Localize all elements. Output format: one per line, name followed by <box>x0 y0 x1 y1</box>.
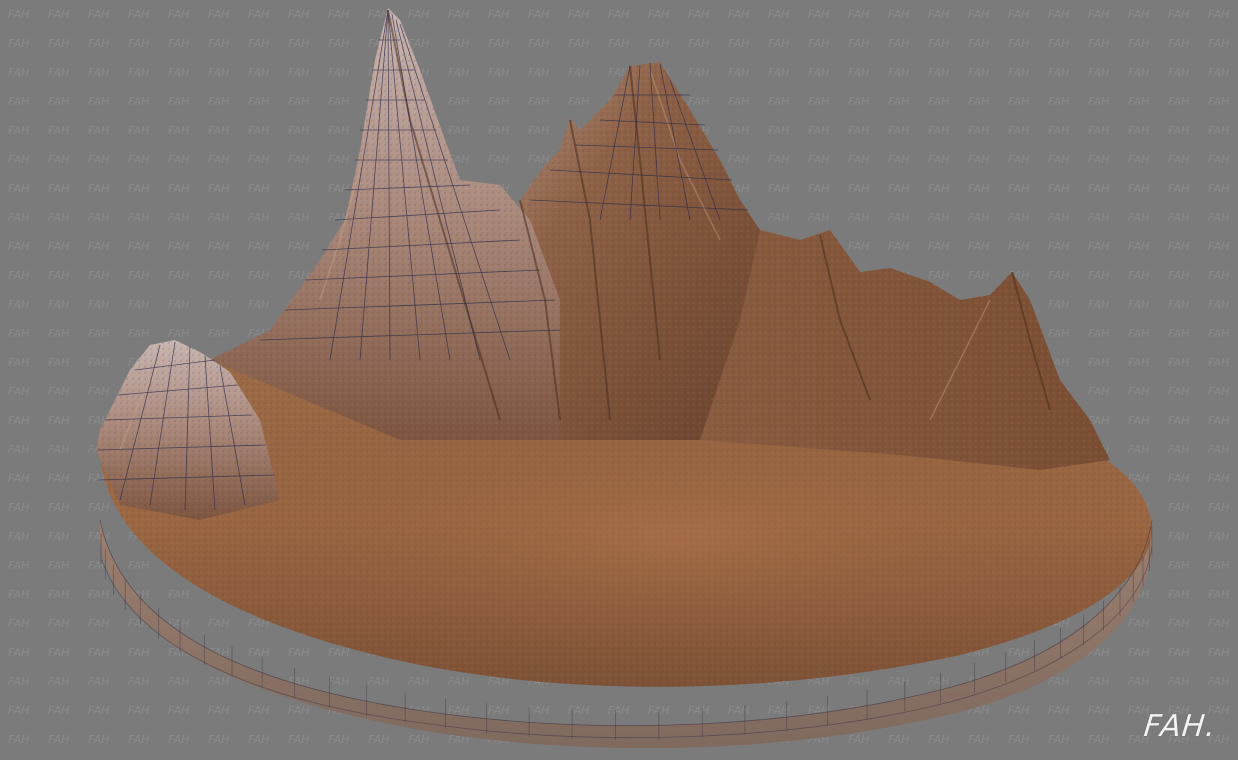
terrain-model[interactable] <box>0 0 1238 760</box>
viewport[interactable]: FAH FAH FAH FAH FAH FAH FAH FAH FAH FAH FAH FAH FAH F… <box>0 0 1238 760</box>
signature-logo: FAH. <box>1142 709 1218 744</box>
